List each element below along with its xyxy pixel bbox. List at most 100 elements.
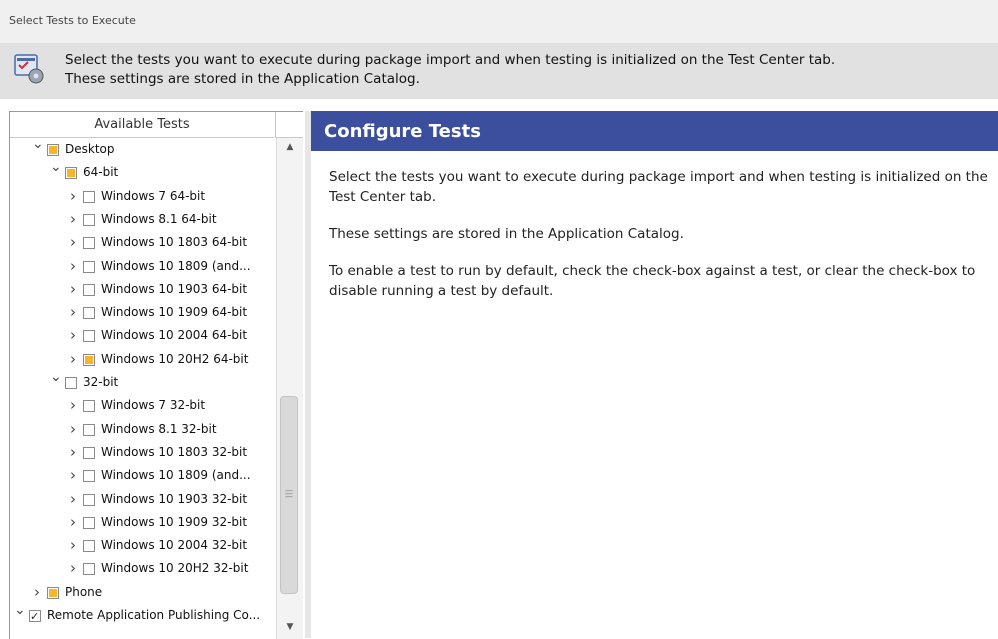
- tree-item-label: Windows 10 1909 64-bit: [101, 305, 248, 320]
- tree-item[interactable]: › Windows 10 1803 32-bit: [10, 441, 278, 464]
- tree-item-label: Desktop: [65, 142, 115, 156]
- chevron-down-icon[interactable]: ⌄: [50, 156, 62, 179]
- chevron-right-icon[interactable]: ›: [68, 278, 78, 301]
- tree-item-checkbox[interactable]: [83, 470, 95, 483]
- tree-item-label: Windows 10 1903 32-bit: [101, 491, 248, 506]
- tree-item[interactable]: › Phone: [10, 581, 278, 604]
- header-line-1: Select the tests you want to execute dur…: [65, 52, 836, 68]
- tree-item-checkbox[interactable]: [83, 260, 95, 273]
- tree-item-checkbox[interactable]: [83, 423, 95, 436]
- tree-item-checkbox[interactable]: [83, 446, 95, 459]
- config-paragraph-3: To enable a test to run by default, chec…: [329, 263, 976, 299]
- chevron-right-icon[interactable]: ›: [68, 557, 78, 580]
- tree-item[interactable]: › Windows 10 1903 64-bit: [10, 278, 278, 301]
- tree-item-label: Remote Application Publishing Co...: [47, 608, 261, 622]
- tree-item-checkbox[interactable]: [83, 237, 95, 250]
- tree-item-checkbox[interactable]: [83, 516, 95, 529]
- tree-item-checkbox[interactable]: [29, 605, 41, 628]
- chevron-right-icon[interactable]: ›: [68, 255, 78, 278]
- chevron-right-icon[interactable]: ›: [68, 394, 78, 417]
- tree-item[interactable]: › Windows 10 1909 64-bit: [10, 301, 278, 324]
- tree-item-label: Windows 10 2004 32-bit: [101, 538, 248, 553]
- tree-item-label: Windows 10 1803 64-bit: [101, 235, 248, 250]
- chevron-right-icon[interactable]: ›: [68, 301, 78, 324]
- tree-item[interactable]: › Windows 10 1809 (and...: [10, 464, 278, 487]
- tree-item-checkbox[interactable]: [83, 400, 95, 413]
- tree-item[interactable]: › Windows 10 1809 (and...: [10, 255, 278, 278]
- chevron-right-icon[interactable]: ›: [32, 581, 42, 604]
- tree-item-label: Windows 10 1809 (and...: [101, 258, 251, 273]
- chevron-right-icon[interactable]: ›: [68, 441, 78, 464]
- scroll-thumb[interactable]: — — —: [280, 396, 298, 594]
- tree-item-checkbox[interactable]: [83, 493, 95, 506]
- chevron-down-icon[interactable]: ⌄: [50, 366, 62, 389]
- tree-item[interactable]: › Windows 10 2004 32-bit: [10, 534, 278, 557]
- tree-item[interactable]: › Windows 10 1909 32-bit: [10, 511, 278, 534]
- info-header: Select the tests you want to execute dur…: [0, 43, 998, 99]
- configure-tests-panel: Configure Tests Select the tests you wan…: [311, 111, 998, 638]
- tree-item-checkbox[interactable]: [83, 330, 95, 343]
- chevron-right-icon[interactable]: ›: [68, 185, 78, 208]
- tree-item-label: Windows 10 2004 64-bit: [101, 328, 248, 343]
- tree-item-label: Windows 10 1903 64-bit: [101, 281, 248, 296]
- tree-item-checkbox[interactable]: [65, 167, 77, 180]
- grip-icon: — — —: [285, 486, 293, 501]
- tree-item-label: Windows 10 1803 32-bit: [101, 444, 248, 459]
- tree-item-checkbox[interactable]: [83, 540, 95, 553]
- chevron-right-icon[interactable]: ›: [68, 324, 78, 347]
- chevron-down-icon[interactable]: ⌄: [14, 599, 26, 622]
- available-tests-header[interactable]: Available Tests: [10, 112, 274, 138]
- tree-item[interactable]: › Windows 8.1 32-bit: [10, 418, 278, 441]
- tree-item[interactable]: › Windows 10 2004 64-bit: [10, 324, 278, 347]
- tree-item[interactable]: › Windows 10 20H2 32-bit: [10, 557, 278, 580]
- tree-item-label: Windows 10 20H2 32-bit: [101, 561, 249, 576]
- tree-item-checkbox[interactable]: [83, 190, 95, 203]
- tree-item-label: 32-bit: [83, 375, 119, 389]
- tree-item-checkbox[interactable]: [83, 307, 95, 320]
- tree-item-checkbox[interactable]: [83, 283, 95, 296]
- tree-item[interactable]: › Windows 7 32-bit: [10, 394, 278, 417]
- chevron-down-icon[interactable]: ⌄: [32, 138, 44, 156]
- config-paragraph-1: Select the tests you want to execute dur…: [329, 169, 988, 205]
- available-tests-panel: Available Tests ⌄ Desktop ⌄ 64-bit › Windows …: [9, 111, 303, 639]
- tree-item[interactable]: › Windows 10 1803 64-bit: [10, 231, 278, 254]
- configure-tests-body: Select the tests you want to execute dur…: [329, 167, 989, 318]
- tree-item[interactable]: ⌄ 64-bit: [10, 159, 278, 184]
- chevron-right-icon[interactable]: ›: [68, 488, 78, 511]
- tests-tree: ⌄ Desktop ⌄ 64-bit › Windows 7 64-bit › Windows…: [10, 138, 278, 639]
- tree-item-checkbox[interactable]: [83, 213, 95, 226]
- configure-tests-title: Configure Tests: [311, 111, 998, 151]
- tree-item-checkbox[interactable]: [65, 377, 77, 389]
- chevron-right-icon[interactable]: ›: [68, 348, 78, 371]
- tree-item-checkbox[interactable]: [47, 144, 59, 156]
- tree-item-checkbox[interactable]: [83, 353, 95, 366]
- tree-item[interactable]: ⌄ Remote Application Publishing Co...: [10, 602, 278, 628]
- tree-item[interactable]: › Windows 10 1903 32-bit: [10, 488, 278, 511]
- chevron-right-icon[interactable]: ›: [68, 511, 78, 534]
- header-line-2: These settings are stored in the Applica…: [65, 71, 420, 87]
- config-paragraph-2: These settings are stored in the Applica…: [329, 226, 684, 242]
- tree-scrollbar[interactable]: ▲ — — — ▼: [276, 138, 303, 639]
- chevron-right-icon[interactable]: ›: [68, 464, 78, 487]
- tree-item-label: Windows 10 1909 32-bit: [101, 514, 248, 529]
- chevron-right-icon[interactable]: ›: [68, 418, 78, 441]
- test-settings-icon: [14, 54, 44, 84]
- tree-header-corner: [275, 112, 303, 138]
- scroll-down-arrow-icon[interactable]: ▼: [283, 620, 297, 634]
- tree-item-checkbox[interactable]: [47, 586, 59, 599]
- chevron-right-icon[interactable]: ›: [68, 534, 78, 557]
- tree-item[interactable]: › Windows 7 64-bit: [10, 185, 278, 208]
- tree-item-label: Windows 8.1 64-bit: [101, 211, 217, 226]
- tree-item[interactable]: › Windows 8.1 64-bit: [10, 208, 278, 231]
- scroll-up-arrow-icon[interactable]: ▲: [283, 140, 297, 154]
- tree-item-label: 64-bit: [83, 165, 119, 180]
- tree-item-label: Windows 10 1809 (and...: [101, 468, 251, 483]
- tree-item-checkbox[interactable]: [83, 563, 95, 576]
- window-titlebar: Select Tests to Execute: [0, 0, 998, 43]
- window-title: Select Tests to Execute: [9, 14, 136, 27]
- tree-item-label: Windows 7 64-bit: [101, 188, 206, 203]
- tree-item[interactable]: ⌄ 32-bit: [10, 369, 278, 394]
- chevron-right-icon[interactable]: ›: [68, 231, 78, 254]
- tree-item-label: Windows 8.1 32-bit: [101, 421, 217, 436]
- chevron-right-icon[interactable]: ›: [68, 208, 78, 231]
